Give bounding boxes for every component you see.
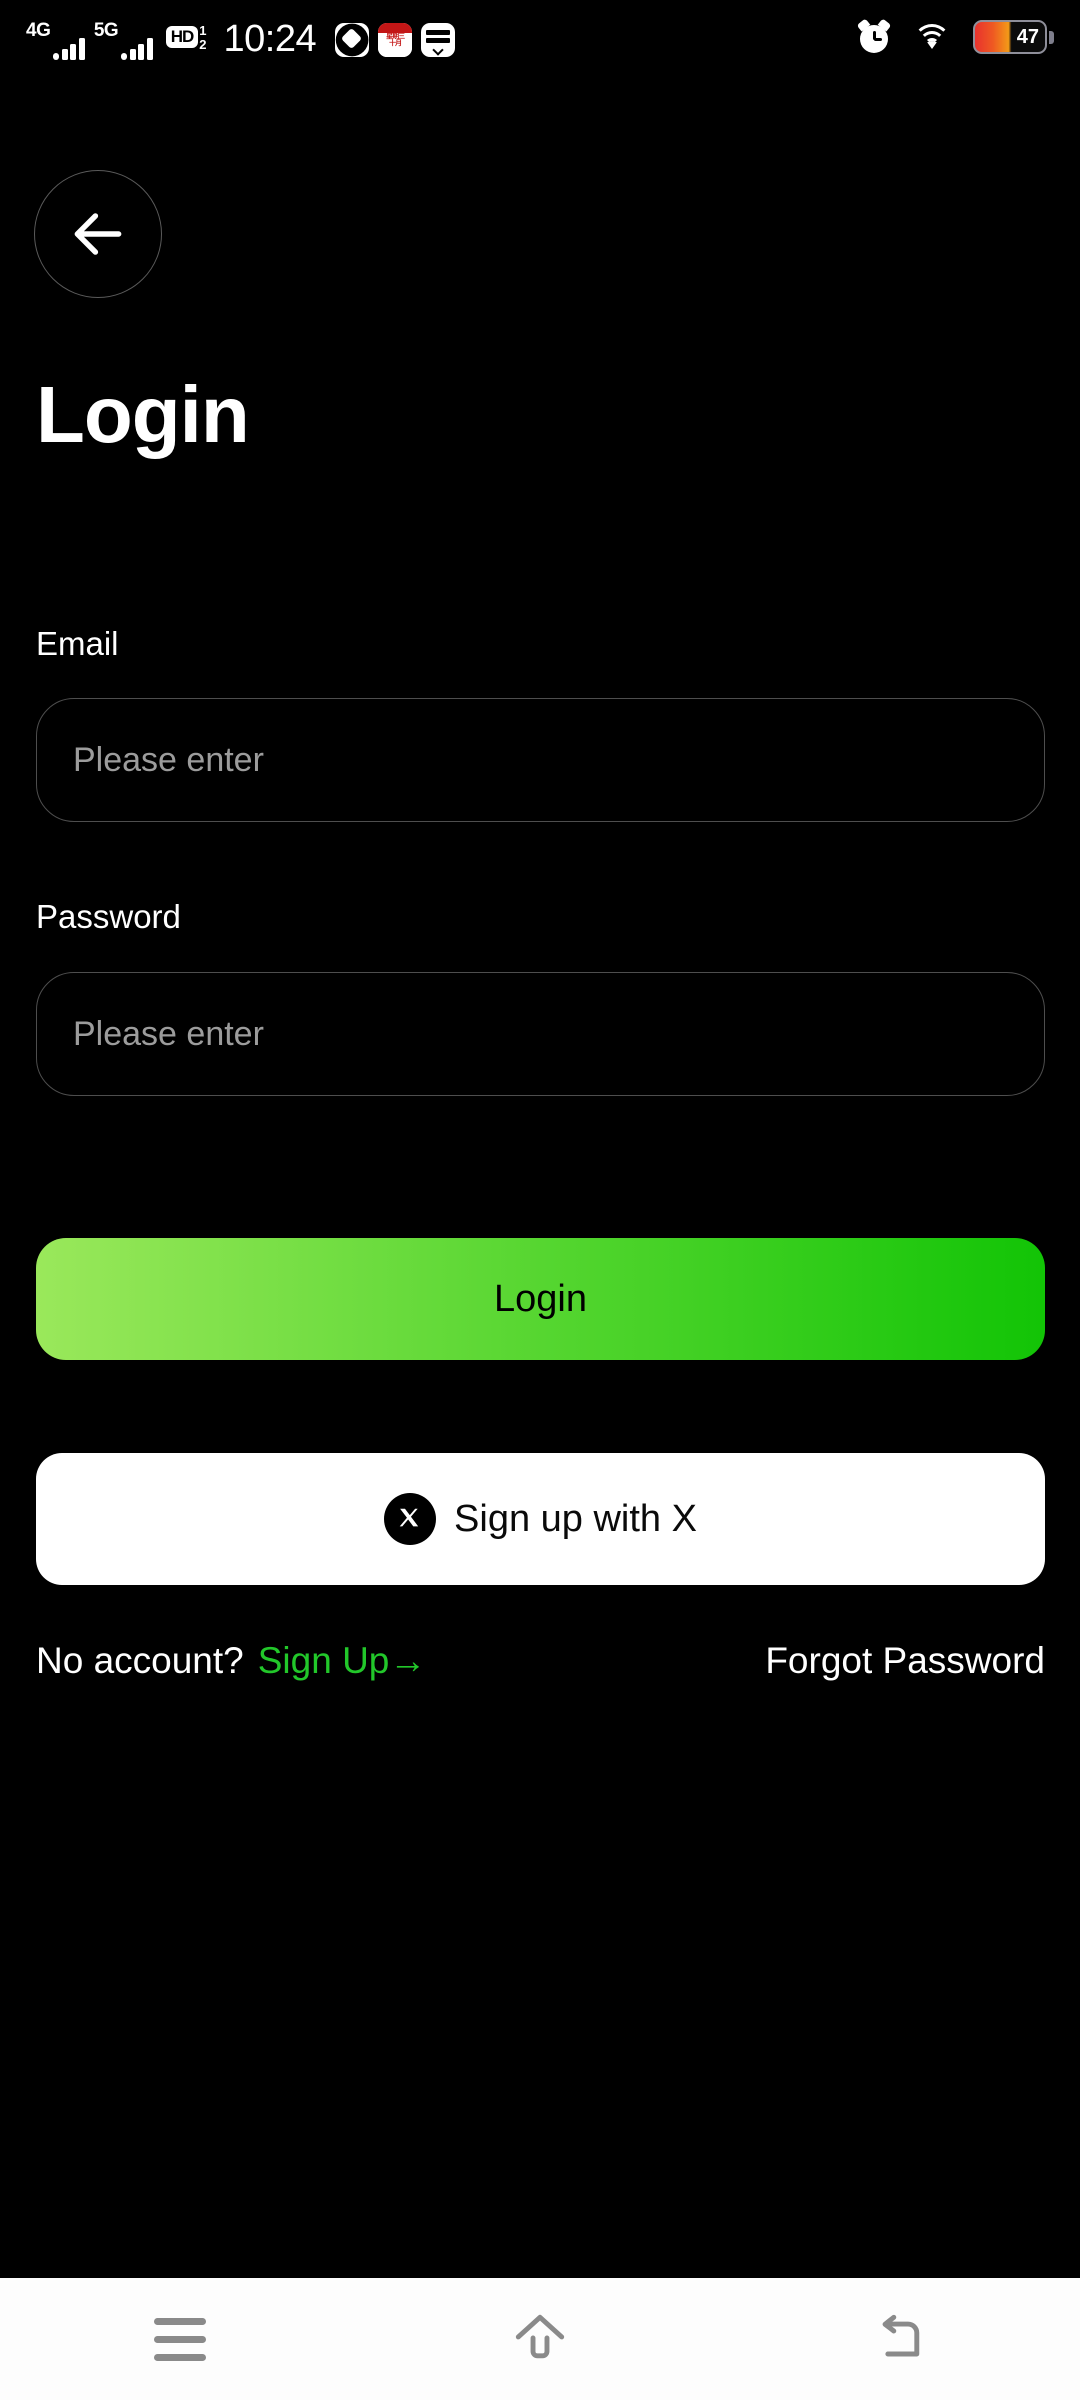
back-button[interactable] <box>34 170 162 298</box>
wallet-notification-icon <box>421 23 456 57</box>
hd-sim-1: 1 <box>199 23 207 38</box>
sign-up-link[interactable]: Sign Up→ <box>258 1640 427 1682</box>
forgot-password-link[interactable]: Forgot Password <box>765 1640 1045 1682</box>
calendar-notification-icon: 星期三 十月 <box>378 23 413 57</box>
volte-hd-icon: HD 1 2 <box>165 18 207 60</box>
menu-icon <box>154 2317 206 2361</box>
battery-percent-label: 47 <box>1016 26 1039 48</box>
battery-icon: 47 <box>973 20 1054 54</box>
password-input[interactable]: Please enter <box>36 972 1045 1096</box>
signal-4g: 4G <box>26 16 85 60</box>
email-placeholder: Please enter <box>73 740 264 779</box>
nav-recents-button[interactable] <box>120 2299 240 2379</box>
email-input[interactable]: Please enter <box>36 698 1045 822</box>
phone-screen: 4G 5G HD 1 2 10:24 星期三 十月 47 Login Email… <box>0 0 1080 2400</box>
signal-5g: 5G <box>94 16 153 60</box>
page-title: Login <box>36 370 250 459</box>
signal-bars-icon <box>53 36 85 60</box>
wifi-icon <box>913 22 951 52</box>
password-placeholder: Please enter <box>73 1014 264 1053</box>
signal-bars-icon <box>121 36 153 60</box>
email-label: Email <box>36 625 119 662</box>
status-bar-clock: 10:24 <box>223 18 317 60</box>
hd-sim-2: 2 <box>199 36 207 52</box>
volte-app-icon <box>335 23 370 57</box>
x-glyph-icon <box>399 1508 419 1527</box>
system-navigation-bar <box>0 2278 1080 2400</box>
nav-back-button[interactable] <box>840 2299 960 2379</box>
home-icon <box>515 2314 565 2359</box>
hd-sim-indicator: 1 2 <box>199 24 206 51</box>
back-arrow-icon <box>882 2314 920 2357</box>
hd-badge: HD <box>165 26 199 48</box>
status-bar-right: 47 <box>856 18 1054 54</box>
no-account-group: No account? Sign Up→ <box>36 1640 426 1682</box>
login-button[interactable]: Login <box>36 1238 1045 1360</box>
network-label-4g: 4G <box>26 20 51 41</box>
footer-links: No account? Sign Up→ Forgot Password <box>36 1640 1045 1682</box>
network-label-5g: 5G <box>93 20 119 41</box>
x-logo-icon <box>384 1493 437 1545</box>
signup-with-x-label: Sign up with X <box>454 1497 697 1540</box>
status-bar-left: 4G 5G HD 1 2 10:24 星期三 十月 <box>26 14 456 60</box>
arrow-left-icon <box>74 213 122 255</box>
alarm-icon <box>856 18 892 54</box>
no-account-label: No account? <box>36 1640 244 1681</box>
status-bar: 4G 5G HD 1 2 10:24 星期三 十月 47 <box>0 0 1080 74</box>
nav-home-button[interactable] <box>480 2299 600 2379</box>
password-label: Password <box>36 898 181 935</box>
signup-with-x-button[interactable]: Sign up with X <box>36 1453 1045 1585</box>
